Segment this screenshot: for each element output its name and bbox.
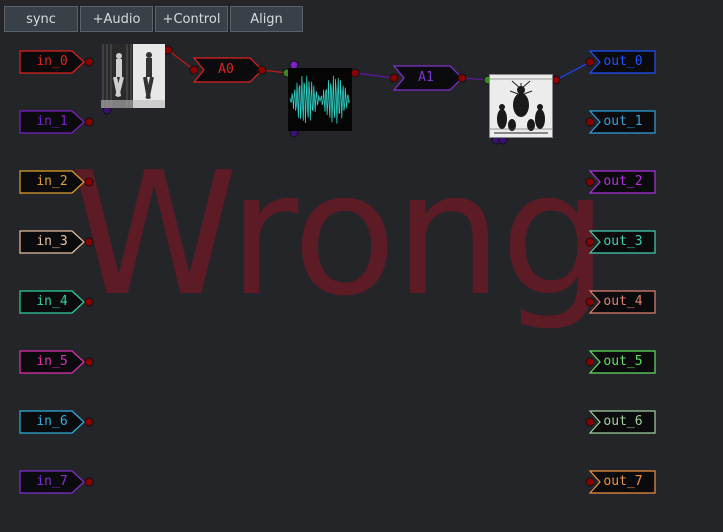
output-node-3[interactable]: [588, 230, 656, 254]
a1-out-port[interactable]: [457, 73, 467, 83]
output-node-7[interactable]: [588, 470, 656, 494]
output-port-4[interactable]: [585, 297, 595, 307]
input-node-6[interactable]: [19, 410, 85, 434]
walking-figures-thumbnail[interactable]: [101, 44, 165, 108]
input-port-7[interactable]: [84, 477, 94, 487]
input-port-3[interactable]: [84, 237, 94, 247]
input-node-1[interactable]: [19, 110, 85, 134]
input-node-5[interactable]: [19, 350, 85, 374]
output-node-4[interactable]: [588, 290, 656, 314]
input-node-2[interactable]: [19, 170, 85, 194]
video-out-port[interactable]: [163, 45, 173, 55]
output-node-2[interactable]: [588, 170, 656, 194]
input-node-4[interactable]: [19, 290, 85, 314]
input-node-7[interactable]: [19, 470, 85, 494]
input-port-2[interactable]: [84, 177, 94, 187]
a1-in-port[interactable]: [389, 73, 399, 83]
engraving-out-port[interactable]: [551, 75, 561, 85]
waveform-trace: [289, 75, 350, 124]
output-node-5[interactable]: [588, 350, 656, 374]
wire-video-to-a0: [167, 49, 195, 71]
input-port-0[interactable]: [84, 57, 94, 67]
output-port-2[interactable]: [585, 177, 595, 187]
output-port-3[interactable]: [585, 237, 595, 247]
wire-wave-to-a1: [354, 72, 395, 79]
output-port-6[interactable]: [585, 417, 595, 427]
output-node-1[interactable]: [588, 110, 656, 134]
wave-out-port[interactable]: [350, 68, 360, 78]
engraving-image: [490, 75, 552, 137]
output-port-0[interactable]: [585, 57, 595, 67]
input-port-6[interactable]: [84, 417, 94, 427]
patch-canvas[interactable]: sync +Audio +Control Align Wrong in_0 in…: [0, 0, 723, 532]
input-node-3[interactable]: [19, 230, 85, 254]
wire-engraving-to-out0: [555, 61, 591, 81]
output-port-1[interactable]: [585, 117, 595, 127]
a0-in-port[interactable]: [189, 65, 199, 75]
walking-figures-image: [101, 44, 165, 108]
output-port-5[interactable]: [585, 357, 595, 367]
a0-node[interactable]: [192, 57, 263, 83]
engraving-thumbnail[interactable]: [489, 74, 553, 138]
waveform-image: [289, 75, 350, 124]
a1-node[interactable]: [392, 65, 463, 91]
output-port-7[interactable]: [585, 477, 595, 487]
output-node-0[interactable]: [588, 50, 656, 74]
waveform-thumbnail[interactable]: [288, 68, 352, 131]
input-node-0[interactable]: [19, 50, 85, 74]
output-node-6[interactable]: [588, 410, 656, 434]
input-port-1[interactable]: [84, 117, 94, 127]
input-port-4[interactable]: [84, 297, 94, 307]
a0-out-port[interactable]: [257, 65, 267, 75]
input-port-5[interactable]: [84, 357, 94, 367]
